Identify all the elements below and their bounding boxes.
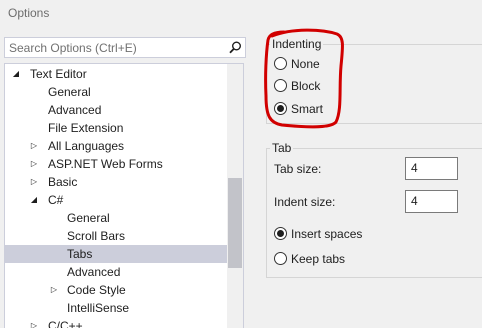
- tree-item-label: General: [48, 85, 91, 99]
- radio-label: Smart: [291, 102, 324, 116]
- expanded-triangle-icon[interactable]: ◢: [29, 191, 39, 209]
- radio-button[interactable]: [274, 57, 287, 70]
- tree-item-general[interactable]: General: [5, 83, 227, 101]
- radio-button-selected[interactable]: [274, 227, 287, 240]
- collapsed-triangle-icon[interactable]: ▷: [29, 137, 39, 155]
- search-icon[interactable]: [229, 41, 242, 54]
- tree-item-label: IntelliSense: [67, 301, 130, 315]
- tree-item-label: Advanced: [67, 265, 121, 279]
- tree-item-advanced[interactable]: Advanced: [5, 101, 227, 119]
- tree-scrollbar[interactable]: [227, 64, 243, 328]
- tree-item-csharp[interactable]: ◢ C#: [5, 191, 227, 209]
- window-title: Options: [8, 6, 50, 20]
- collapsed-triangle-icon[interactable]: ▷: [29, 173, 39, 191]
- tree-item-basic[interactable]: ▷ Basic: [5, 173, 227, 191]
- tree-item-label: General: [67, 211, 110, 225]
- radio-label: Block: [291, 79, 321, 93]
- search-input[interactable]: Search Options (Ctrl+E): [4, 37, 246, 58]
- radio-label: Insert spaces: [291, 227, 363, 241]
- tree-item-cs-tabs[interactable]: Tabs: [5, 245, 227, 263]
- tree-item-label: File Extension: [48, 121, 124, 135]
- indenting-group-title: Indenting: [270, 37, 324, 51]
- search-placeholder: Search Options (Ctrl+E): [9, 41, 137, 55]
- tab-size-input[interactable]: 4: [405, 157, 458, 180]
- tree-item-label: Text Editor: [30, 67, 87, 81]
- tree-item-label: ASP.NET Web Forms: [48, 157, 163, 171]
- tree-item-cpp[interactable]: ▷ C/C++: [5, 317, 227, 328]
- indent-size-input[interactable]: 4: [405, 190, 458, 213]
- tree-item-text-editor[interactable]: ◢ Text Editor: [5, 65, 227, 83]
- tree-item-cs-general[interactable]: General: [5, 209, 227, 227]
- tree-item-label: All Languages: [48, 139, 125, 153]
- tree-item-label: C#: [48, 193, 64, 207]
- radio-button-selected[interactable]: [274, 102, 287, 115]
- tree-item-all-languages[interactable]: ▷ All Languages: [5, 137, 227, 155]
- tree-item-label: Tabs: [67, 247, 93, 261]
- radio-button[interactable]: [274, 252, 287, 265]
- tree-item-cs-intellisense[interactable]: IntelliSense: [5, 299, 227, 317]
- tree-item-cs-codestyle[interactable]: ▷ Code Style: [5, 281, 227, 299]
- radio-label: Keep tabs: [291, 252, 346, 266]
- radio-label: None: [291, 57, 320, 71]
- tab-group-title: Tab: [270, 141, 294, 155]
- options-tree[interactable]: ◢ Text Editor General Advanced File Exte…: [4, 63, 244, 328]
- tree-item-label: Code Style: [67, 283, 126, 297]
- expanded-triangle-icon[interactable]: ◢: [11, 65, 21, 83]
- indent-size-label: Indent size:: [274, 195, 336, 209]
- tree-item-aspnet[interactable]: ▷ ASP.NET Web Forms: [5, 155, 227, 173]
- tree-item-label: Advanced: [48, 103, 102, 117]
- tree-item-cs-scrollbars[interactable]: Scroll Bars: [5, 227, 227, 245]
- tree-item-label: Scroll Bars: [67, 229, 126, 243]
- tree-item-label: C/C++: [48, 319, 83, 328]
- tree-item-cs-advanced[interactable]: Advanced: [5, 263, 227, 281]
- tree-item-label: Basic: [48, 175, 78, 189]
- tree-item-file-extension[interactable]: File Extension: [5, 119, 227, 137]
- collapsed-triangle-icon[interactable]: ▷: [29, 155, 39, 173]
- collapsed-triangle-icon[interactable]: ▷: [49, 281, 59, 299]
- radio-button[interactable]: [274, 79, 287, 92]
- tab-size-label: Tab size:: [274, 162, 322, 176]
- collapsed-triangle-icon[interactable]: ▷: [29, 317, 39, 328]
- scrollbar-thumb[interactable]: [228, 178, 242, 268]
